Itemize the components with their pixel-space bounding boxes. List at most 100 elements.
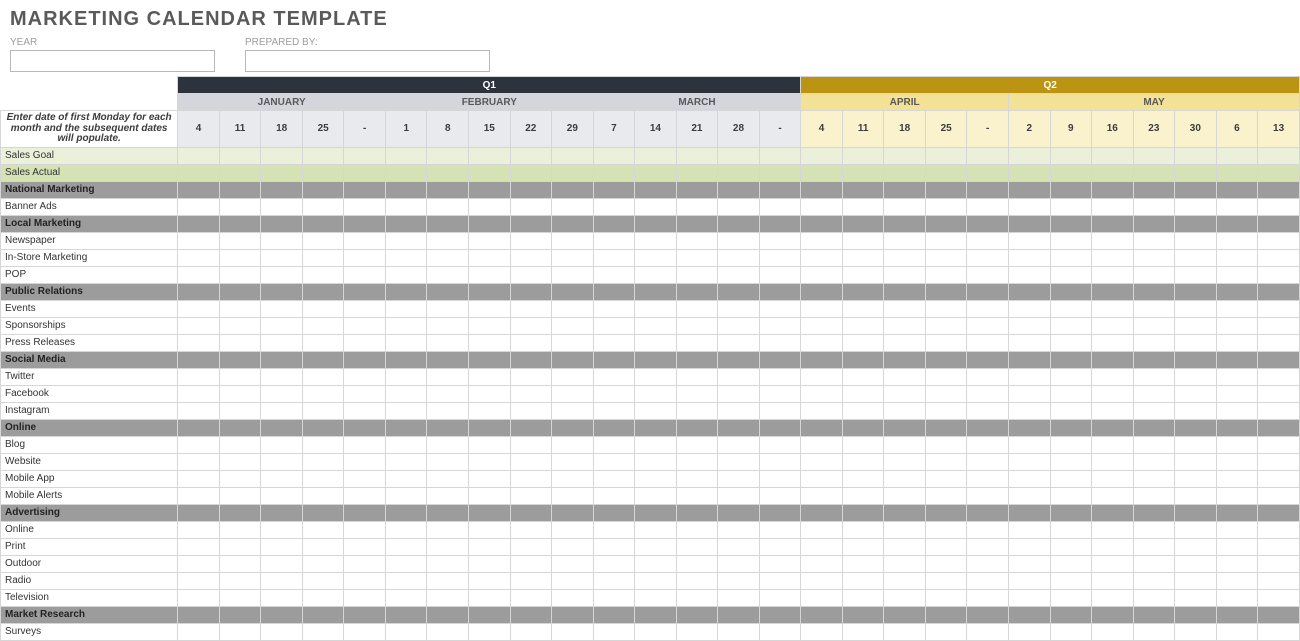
grid-cell[interactable] bbox=[1050, 334, 1092, 351]
grid-cell[interactable] bbox=[593, 504, 635, 521]
grid-cell[interactable] bbox=[1050, 538, 1092, 555]
grid-cell[interactable] bbox=[884, 419, 926, 436]
grid-cell[interactable] bbox=[842, 283, 884, 300]
grid-cell[interactable] bbox=[427, 436, 469, 453]
grid-cell[interactable] bbox=[427, 198, 469, 215]
grid-cell[interactable] bbox=[552, 555, 594, 572]
grid-cell[interactable] bbox=[302, 249, 344, 266]
grid-cell[interactable] bbox=[469, 266, 511, 283]
grid-cell[interactable] bbox=[1216, 232, 1258, 249]
grid-cell[interactable] bbox=[469, 300, 511, 317]
grid-cell[interactable] bbox=[842, 572, 884, 589]
grid-cell[interactable] bbox=[1216, 334, 1258, 351]
grid-cell[interactable] bbox=[925, 606, 967, 623]
grid-cell[interactable] bbox=[842, 215, 884, 232]
grid-cell[interactable] bbox=[1175, 436, 1217, 453]
grid-cell[interactable] bbox=[635, 147, 677, 164]
grid-cell[interactable] bbox=[1175, 317, 1217, 334]
grid-cell[interactable] bbox=[842, 300, 884, 317]
grid-cell[interactable] bbox=[510, 334, 552, 351]
grid-cell[interactable] bbox=[510, 606, 552, 623]
grid-cell[interactable] bbox=[1133, 521, 1175, 538]
grid-cell[interactable] bbox=[884, 181, 926, 198]
grid-cell[interactable] bbox=[593, 300, 635, 317]
grid-cell[interactable] bbox=[1133, 453, 1175, 470]
grid-cell[interactable] bbox=[510, 419, 552, 436]
grid-cell[interactable] bbox=[801, 147, 843, 164]
grid-cell[interactable] bbox=[510, 249, 552, 266]
grid-cell[interactable] bbox=[801, 470, 843, 487]
grid-cell[interactable] bbox=[593, 334, 635, 351]
grid-cell[interactable] bbox=[925, 572, 967, 589]
grid-cell[interactable] bbox=[842, 181, 884, 198]
grid-cell[interactable] bbox=[552, 419, 594, 436]
grid-cell[interactable] bbox=[469, 351, 511, 368]
grid-cell[interactable] bbox=[1008, 232, 1050, 249]
grid-cell[interactable] bbox=[1216, 300, 1258, 317]
grid-cell[interactable] bbox=[801, 317, 843, 334]
grid-cell[interactable] bbox=[261, 249, 303, 266]
grid-cell[interactable] bbox=[1216, 283, 1258, 300]
grid-cell[interactable] bbox=[552, 181, 594, 198]
grid-cell[interactable] bbox=[842, 589, 884, 606]
grid-cell[interactable] bbox=[967, 181, 1009, 198]
grid-cell[interactable] bbox=[842, 453, 884, 470]
grid-cell[interactable] bbox=[469, 589, 511, 606]
grid-cell[interactable] bbox=[427, 487, 469, 504]
grid-cell[interactable] bbox=[676, 283, 718, 300]
grid-cell[interactable] bbox=[1175, 266, 1217, 283]
grid-cell[interactable] bbox=[925, 164, 967, 181]
grid-cell[interactable] bbox=[427, 385, 469, 402]
grid-cell[interactable] bbox=[344, 436, 386, 453]
grid-cell[interactable] bbox=[261, 453, 303, 470]
grid-cell[interactable] bbox=[718, 402, 760, 419]
grid-cell[interactable] bbox=[884, 538, 926, 555]
grid-cell[interactable] bbox=[884, 402, 926, 419]
grid-cell[interactable] bbox=[718, 538, 760, 555]
grid-cell[interactable] bbox=[593, 487, 635, 504]
grid-cell[interactable] bbox=[635, 232, 677, 249]
grid-cell[interactable] bbox=[510, 351, 552, 368]
grid-cell[interactable] bbox=[1133, 232, 1175, 249]
grid-cell[interactable] bbox=[1050, 368, 1092, 385]
grid-cell[interactable] bbox=[1175, 351, 1217, 368]
grid-cell[interactable] bbox=[759, 147, 801, 164]
grid-cell[interactable] bbox=[1008, 402, 1050, 419]
grid-cell[interactable] bbox=[219, 555, 261, 572]
grid-cell[interactable] bbox=[178, 487, 220, 504]
grid-cell[interactable] bbox=[1216, 385, 1258, 402]
grid-cell[interactable] bbox=[635, 419, 677, 436]
grid-cell[interactable] bbox=[1216, 181, 1258, 198]
grid-cell[interactable] bbox=[676, 385, 718, 402]
grid-cell[interactable] bbox=[759, 402, 801, 419]
grid-cell[interactable] bbox=[344, 164, 386, 181]
grid-cell[interactable] bbox=[967, 606, 1009, 623]
grid-cell[interactable] bbox=[884, 232, 926, 249]
grid-cell[interactable] bbox=[1258, 283, 1300, 300]
grid-cell[interactable] bbox=[261, 351, 303, 368]
grid-cell[interactable] bbox=[925, 385, 967, 402]
grid-cell[interactable] bbox=[759, 419, 801, 436]
grid-cell[interactable] bbox=[1175, 487, 1217, 504]
grid-cell[interactable] bbox=[1133, 623, 1175, 640]
grid-cell[interactable] bbox=[718, 453, 760, 470]
grid-cell[interactable] bbox=[718, 385, 760, 402]
grid-cell[interactable] bbox=[178, 215, 220, 232]
grid-cell[interactable] bbox=[1050, 589, 1092, 606]
grid-cell[interactable] bbox=[635, 317, 677, 334]
grid-cell[interactable] bbox=[302, 198, 344, 215]
grid-cell[interactable] bbox=[1216, 402, 1258, 419]
grid-cell[interactable] bbox=[261, 334, 303, 351]
grid-cell[interactable] bbox=[1008, 368, 1050, 385]
grid-cell[interactable] bbox=[635, 504, 677, 521]
grid-cell[interactable] bbox=[1008, 504, 1050, 521]
grid-cell[interactable] bbox=[842, 555, 884, 572]
grid-cell[interactable] bbox=[842, 606, 884, 623]
grid-cell[interactable] bbox=[842, 623, 884, 640]
grid-cell[interactable] bbox=[1008, 436, 1050, 453]
grid-cell[interactable] bbox=[219, 572, 261, 589]
grid-cell[interactable] bbox=[1008, 334, 1050, 351]
grid-cell[interactable] bbox=[884, 351, 926, 368]
grid-cell[interactable] bbox=[344, 470, 386, 487]
grid-cell[interactable] bbox=[1216, 470, 1258, 487]
